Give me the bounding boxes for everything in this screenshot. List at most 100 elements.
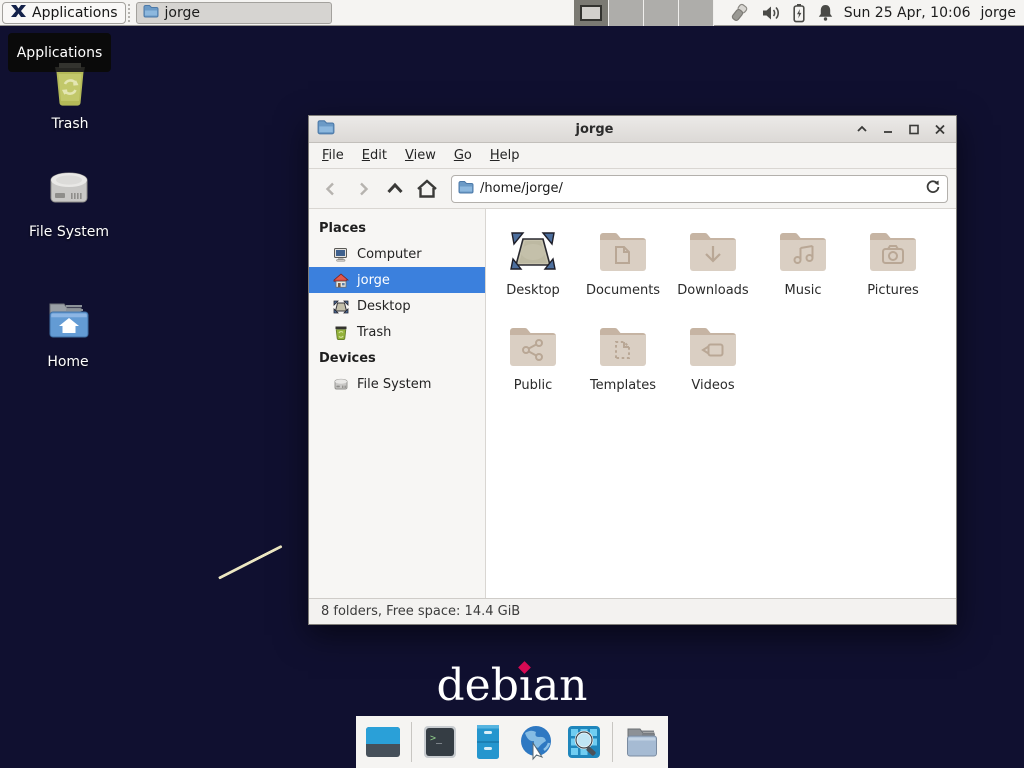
panel-clock[interactable]: Sun 25 Apr, 10:06 [844, 5, 971, 21]
up-button[interactable] [381, 175, 409, 203]
sidebar-item-label: Desktop [357, 299, 411, 314]
shade-button[interactable] [854, 121, 870, 137]
file-item-music[interactable]: Music [758, 223, 848, 318]
file-item-videos[interactable]: Videos [668, 318, 758, 413]
folder-video-icon [688, 318, 738, 370]
workspace-window-preview [580, 5, 602, 21]
window-title: jorge [335, 122, 854, 137]
sidebar-item-jorge[interactable]: jorge [309, 267, 485, 293]
tasklist-handle[interactable] [128, 4, 134, 22]
hard-drive-icon [333, 377, 349, 392]
taskbar-window-label: jorge [165, 5, 200, 21]
file-list[interactable]: Desktop Documents Downloads [486, 209, 956, 598]
menu-bar: File Edit View Go Help [309, 143, 956, 169]
system-tray [728, 3, 834, 23]
file-manager-icon[interactable] [468, 722, 508, 762]
menu-view[interactable]: View [396, 144, 445, 167]
desktop-icon-label: Trash [52, 116, 89, 132]
home-folder-icon [42, 298, 94, 348]
path-input[interactable]: /home/jorge/ [480, 181, 919, 196]
reload-icon[interactable] [925, 179, 941, 199]
maximize-button[interactable] [906, 121, 922, 137]
dock-separator [411, 722, 412, 762]
file-item-public[interactable]: Public [488, 318, 578, 413]
menu-go[interactable]: Go [445, 144, 481, 167]
folder-camera-icon [868, 223, 918, 275]
forward-button[interactable] [349, 175, 377, 203]
hard-drive-icon [43, 168, 95, 218]
application-finder-icon[interactable] [564, 722, 604, 762]
status-text: 8 folders, Free space: 14.4 GiB [321, 604, 520, 619]
menu-help[interactable]: Help [481, 144, 529, 167]
menu-file[interactable]: File [313, 144, 353, 167]
home-button[interactable] [413, 175, 441, 203]
workspace-3[interactable] [644, 0, 679, 26]
directory-menu-icon[interactable] [621, 722, 661, 762]
window-titlebar[interactable]: jorge [309, 116, 956, 143]
applications-menu-label: Applications [32, 5, 118, 21]
desktop-special-icon [507, 223, 559, 275]
file-item-downloads[interactable]: Downloads [668, 223, 758, 318]
desktop: Applications jorge [0, 0, 1024, 768]
desktop-icon-label: Home [47, 354, 88, 370]
desktop-icon-file-system[interactable]: File System [14, 168, 124, 240]
desktop-icon-label: File System [29, 224, 109, 240]
workspace-4[interactable] [679, 0, 714, 26]
workspace-1[interactable] [574, 0, 609, 26]
path-folder-icon [458, 179, 474, 198]
trash-icon [333, 325, 349, 340]
xfce-menu-icon [10, 3, 27, 23]
svg-text:_: _ [436, 733, 443, 744]
folder-template-icon [598, 318, 648, 370]
workspace-2[interactable] [609, 0, 644, 26]
desktop-icon-trash[interactable]: Trash [15, 58, 125, 132]
file-item-label: Pictures [867, 283, 918, 298]
dock-panel: >_ [356, 716, 668, 768]
input-device-icon[interactable] [728, 3, 750, 23]
file-item-templates[interactable]: Templates [578, 318, 668, 413]
applications-menu-button[interactable]: Applications [2, 2, 126, 24]
file-item-label: Downloads [677, 283, 748, 298]
notifications-bell-icon[interactable] [817, 3, 834, 22]
sidebar-header-devices: Devices [309, 345, 485, 371]
menu-edit[interactable]: Edit [353, 144, 396, 167]
location-bar[interactable]: /home/jorge/ [451, 175, 948, 203]
volume-icon[interactable] [761, 4, 781, 22]
battery-icon[interactable] [792, 3, 806, 23]
sidebar-item-computer[interactable]: Computer [309, 241, 485, 267]
folder-icon [143, 4, 159, 22]
terminal-icon[interactable]: >_ [420, 722, 460, 762]
folder-download-icon [688, 223, 738, 275]
panel-username: jorge [981, 5, 1016, 21]
file-item-label: Music [785, 283, 822, 298]
file-item-desktop[interactable]: Desktop [488, 223, 578, 318]
back-button[interactable] [317, 175, 345, 203]
debian-wordmark: debıan [0, 660, 1024, 711]
status-bar: 8 folders, Free space: 14.4 GiB [309, 598, 956, 624]
sidebar-item-desktop[interactable]: Desktop [309, 293, 485, 319]
desktop-icon-home[interactable]: Home [13, 298, 123, 370]
wallpaper-line [218, 545, 283, 580]
minimize-button[interactable] [880, 121, 896, 137]
file-item-documents[interactable]: Documents [578, 223, 668, 318]
close-button[interactable] [932, 121, 948, 137]
home-icon [333, 273, 349, 288]
sidebar-header-places: Places [309, 215, 485, 241]
file-manager-window: jorge File Edit View Go Help [308, 115, 957, 625]
file-item-label: Videos [691, 378, 734, 393]
sidebar-item-label: jorge [357, 273, 390, 288]
file-item-pictures[interactable]: Pictures [848, 223, 938, 318]
top-panel: Applications jorge [0, 0, 1024, 26]
sidebar-item-trash[interactable]: Trash [309, 319, 485, 345]
folder-document-icon [598, 223, 648, 275]
desktop-icon [333, 299, 349, 314]
folder-share-icon [508, 318, 558, 370]
trash-icon [45, 58, 95, 110]
toolbar: /home/jorge/ [309, 169, 956, 209]
show-desktop-icon[interactable] [363, 722, 403, 762]
window-controls [854, 121, 948, 137]
taskbar-window-button[interactable]: jorge [136, 2, 332, 24]
window-body: Places Computer jorge Desktop Trash [309, 209, 956, 598]
sidebar-item-file-system[interactable]: File System [309, 371, 485, 397]
web-browser-icon[interactable] [516, 722, 556, 762]
